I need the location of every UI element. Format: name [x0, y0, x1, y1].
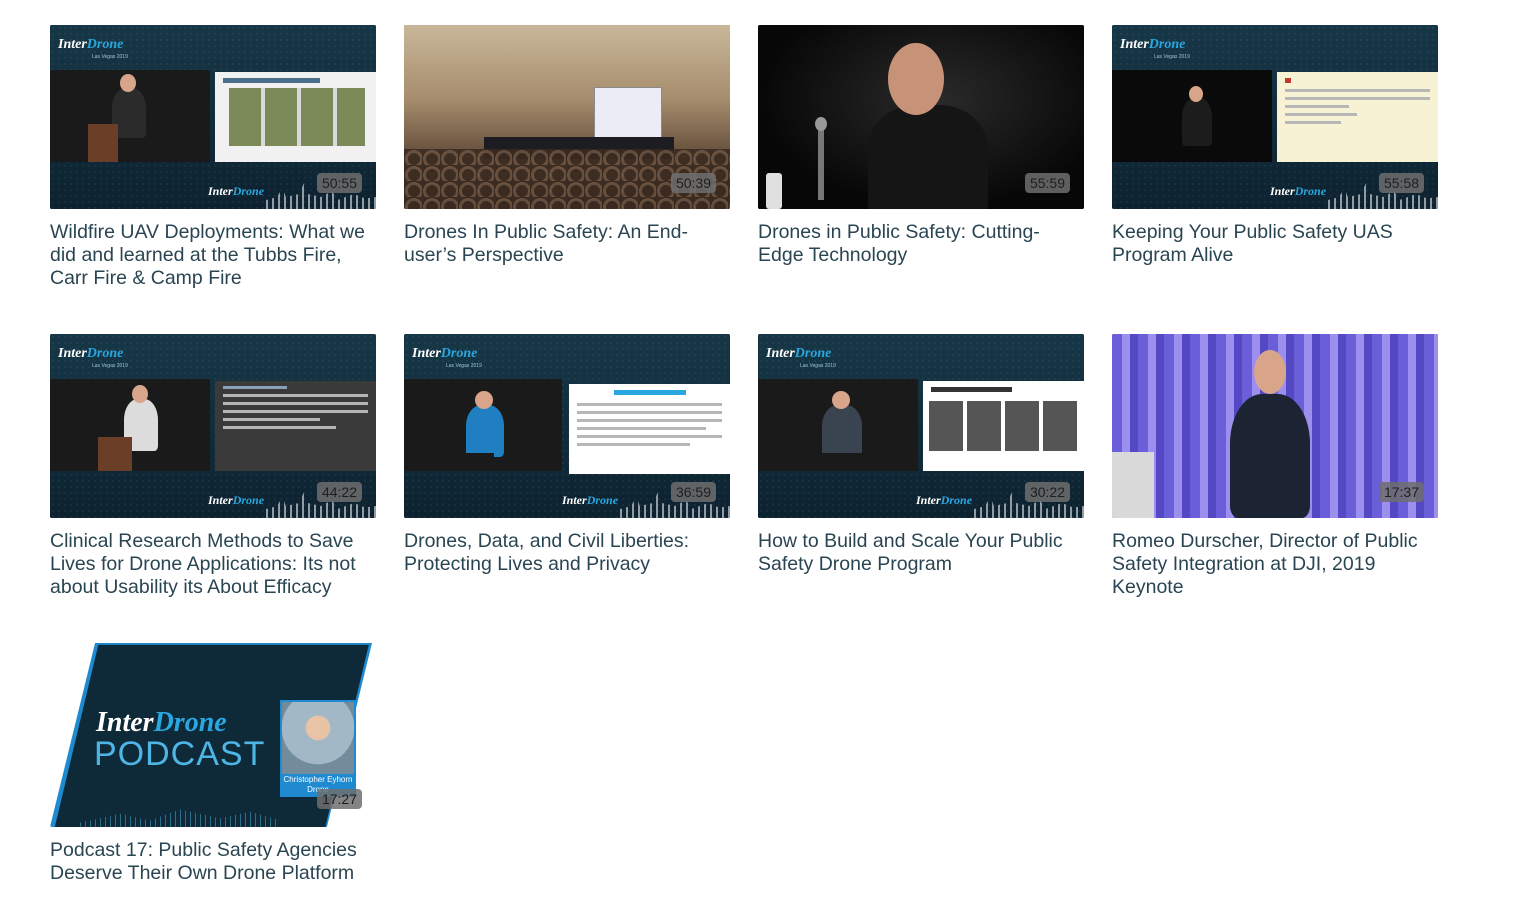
interdrone-logo: InterDrone: [766, 346, 832, 361]
video-title[interactable]: Podcast 17: Public Safety Agencies Deser…: [50, 839, 376, 885]
video-title[interactable]: Drones In Public Safety: An End-user’s P…: [404, 221, 730, 267]
interdrone-logo: InterDrone: [58, 37, 124, 52]
duration-badge: 17:37: [1378, 482, 1424, 502]
video-card[interactable]: 50:39 Drones In Public Safety: An End-us…: [404, 25, 730, 267]
interdrone-logo: InterDrone: [58, 346, 124, 361]
podcast-wordmark: PODCAST: [94, 735, 266, 773]
presentation-slide: [569, 384, 730, 474]
video-title[interactable]: Drones in Public Safety: Cutting-Edge Te…: [758, 221, 1084, 267]
video-card[interactable]: 17:37 Romeo Durscher, Director of Public…: [1112, 334, 1438, 599]
video-title[interactable]: Romeo Durscher, Director of Public Safet…: [1112, 530, 1438, 599]
video-title[interactable]: How to Build and Scale Your Public Safet…: [758, 530, 1084, 576]
interdrone-logo: InterDrone: [412, 346, 478, 361]
video-title[interactable]: Keeping Your Public Safety UAS Program A…: [1112, 221, 1438, 267]
duration-badge: 55:58: [1378, 173, 1424, 193]
duration-badge: 55:59: [1024, 173, 1070, 193]
interdrone-logo-small: InterDrone: [208, 493, 265, 507]
video-thumbnail[interactable]: InterDrone Las Vegas 2019 InterDrone 50:…: [50, 25, 376, 209]
interdrone-logo: InterDrone: [1120, 37, 1186, 52]
video-title[interactable]: Clinical Research Methods to Save Lives …: [50, 530, 376, 599]
duration-badge: 44:22: [316, 482, 362, 502]
speaker-video: [404, 379, 562, 471]
video-title[interactable]: Wildfire UAV Deployments: What we did an…: [50, 221, 376, 290]
duration-badge: 50:55: [316, 173, 362, 193]
video-title[interactable]: Drones, Data, and Civil Liberties: Prote…: [404, 530, 730, 576]
duration-badge: 30:22: [1024, 482, 1070, 502]
duration-badge: 36:59: [670, 482, 716, 502]
video-card[interactable]: InterDrone PODCAST Christopher Eyhorn Dr…: [50, 643, 376, 885]
speaker-video: [50, 70, 210, 162]
video-thumbnail[interactable]: 50:39: [404, 25, 730, 209]
speaker-video: [758, 379, 918, 471]
video-card[interactable]: 55:59 Drones in Public Safety: Cutting-E…: [758, 25, 1084, 267]
presentation-slide: [215, 72, 376, 162]
interdrone-logo-small: InterDrone: [916, 493, 973, 507]
interdrone-logo-small: InterDrone: [208, 184, 265, 198]
video-thumbnail[interactable]: InterDrone Las Vegas 2019 InterDrone 44:…: [50, 334, 376, 518]
presentation-slide: [923, 381, 1084, 471]
presentation-slide: [215, 381, 376, 471]
video-thumbnail[interactable]: 17:37: [1112, 334, 1438, 518]
video-thumbnail[interactable]: 55:59: [758, 25, 1084, 209]
video-thumbnail[interactable]: InterDrone Las Vegas 2019 InterDrone 55:…: [1112, 25, 1438, 209]
duration-badge: 50:39: [670, 173, 716, 193]
video-thumbnail[interactable]: InterDrone PODCAST Christopher Eyhorn Dr…: [50, 643, 376, 827]
video-card[interactable]: InterDrone Las Vegas 2019 InterDrone 36:…: [404, 334, 730, 576]
video-card[interactable]: InterDrone Las Vegas 2019 InterDrone 44:…: [50, 334, 376, 599]
speaker-video: [1112, 70, 1272, 162]
video-thumbnail[interactable]: InterDrone Las Vegas 2019 InterDrone 36:…: [404, 334, 730, 518]
video-card[interactable]: InterDrone Las Vegas 2019 InterDrone 30:…: [758, 334, 1084, 576]
video-thumbnail[interactable]: InterDrone Las Vegas 2019 InterDrone 30:…: [758, 334, 1084, 518]
duration-badge: 17:27: [316, 789, 362, 809]
guest-photo: [280, 700, 356, 778]
speaker-video: [50, 379, 210, 471]
presentation-slide: [1277, 72, 1438, 162]
video-card[interactable]: InterDrone Las Vegas 2019 InterDrone 55:…: [1112, 25, 1438, 267]
interdrone-logo-small: InterDrone: [562, 493, 619, 507]
video-card[interactable]: InterDrone Las Vegas 2019 InterDrone 50:…: [50, 25, 376, 290]
interdrone-logo-small: InterDrone: [1270, 184, 1327, 198]
